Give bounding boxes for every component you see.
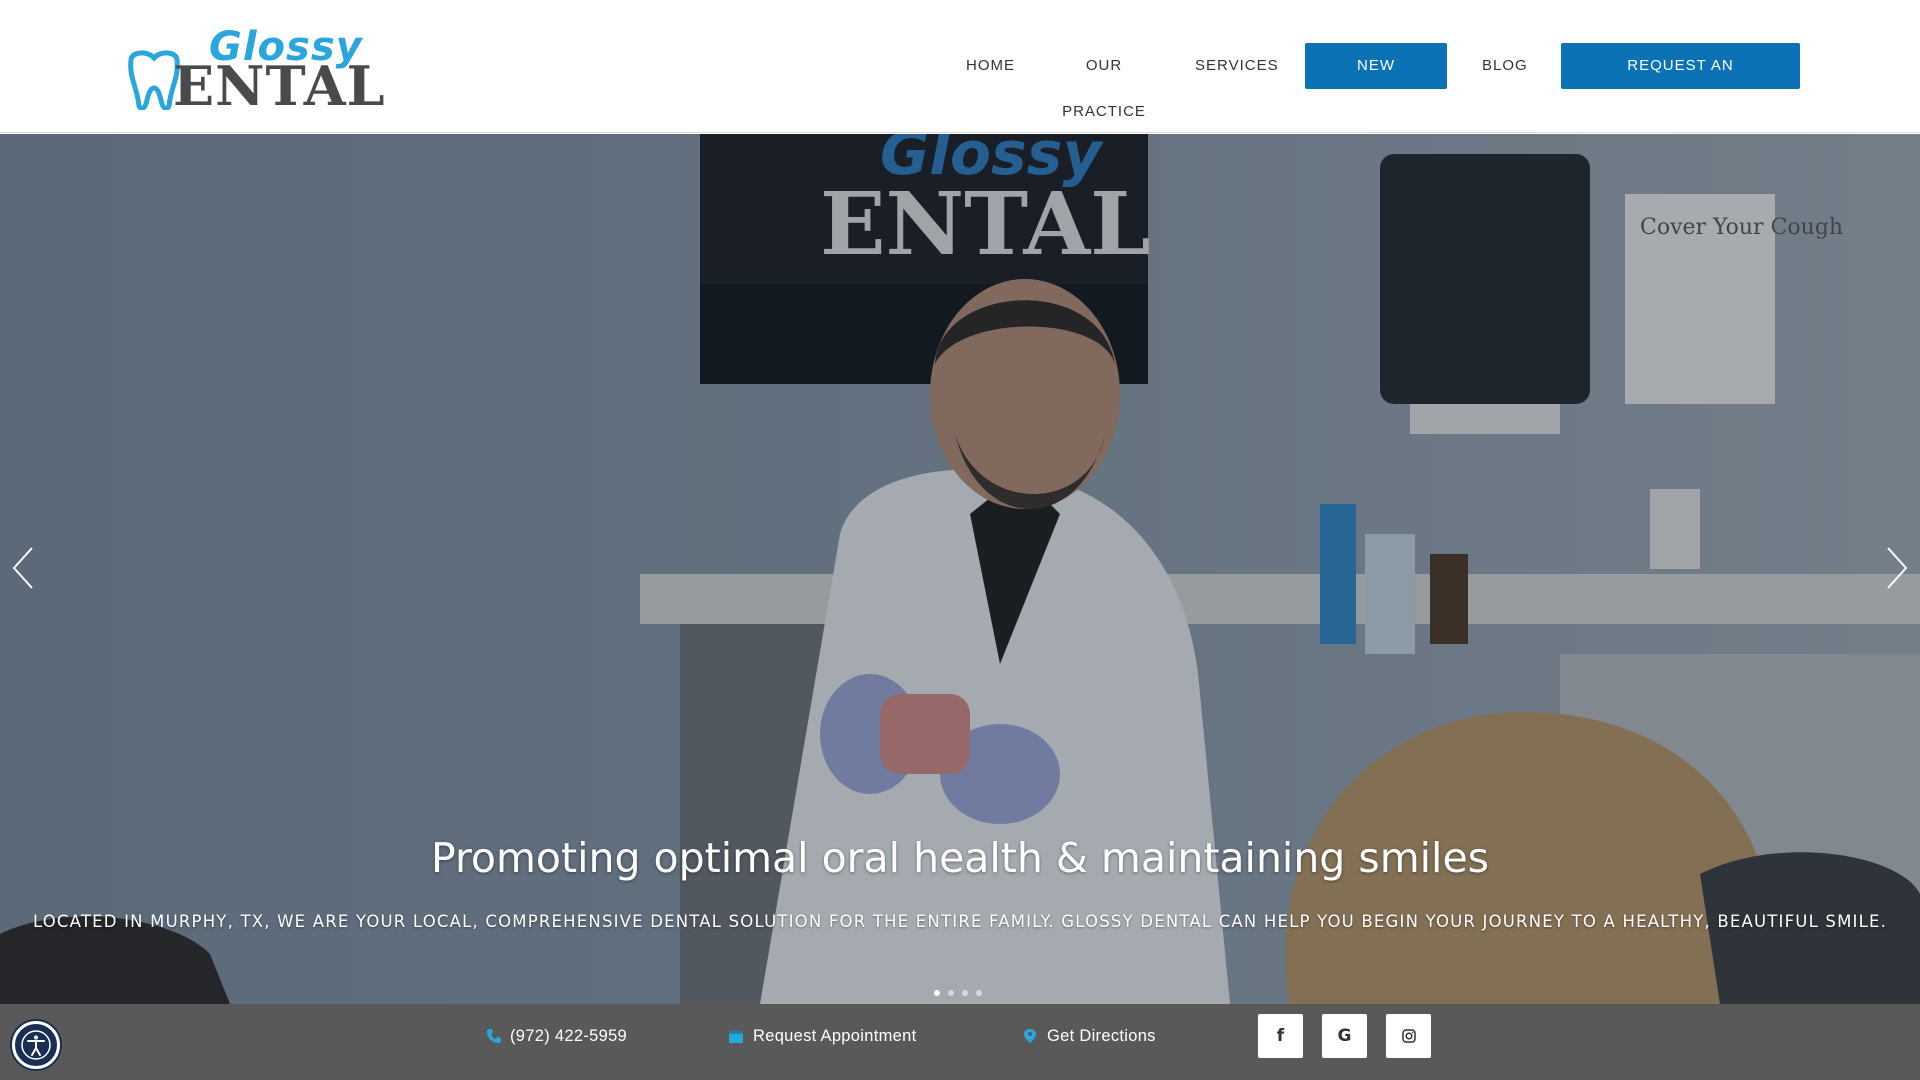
request-appointment-button[interactable]: REQUEST AN APPOINTMENT [1561, 43, 1800, 120]
slide-dot-4[interactable] [976, 990, 982, 996]
hero-title: Promoting optimal oral health & maintain… [430, 834, 1490, 882]
contact-bar: (972) 422-5959 Request Appointment Get D… [0, 1004, 1920, 1080]
instagram-button[interactable] [1386, 1014, 1431, 1058]
phone-number-link[interactable]: (972) 422-5959 [510, 1004, 627, 1068]
nav-our-practice[interactable]: OUR PRACTICE [1048, 43, 1160, 120]
nav-blog[interactable]: BLOG [1482, 43, 1527, 89]
slide-dot-2[interactable] [948, 990, 954, 996]
site-header: Glossy ENTAL HOME OUR PRACTICE SERVICES … [0, 0, 1920, 133]
get-directions-link[interactable]: Get Directions [1047, 1004, 1156, 1068]
nav-home[interactable]: HOME [966, 43, 1014, 89]
hero-slider: Glossy ENTAL Cover Your Cough Promoting … [0, 134, 1920, 1004]
google-icon[interactable]: G [1322, 1014, 1367, 1058]
facebook-icon[interactable]: f [1258, 1014, 1303, 1058]
hero-subtitle: LOCATED IN MURPHY, TX, WE ARE YOUR LOCAL… [32, 912, 1888, 931]
calendar-icon [729, 1031, 743, 1043]
slide-dots [934, 990, 994, 998]
accessibility-button[interactable] [12, 1021, 60, 1069]
nav-new-patients-button[interactable]: NEW PATIENTS [1305, 43, 1447, 120]
previous-slide-arrow-icon[interactable] [8, 546, 38, 590]
nav-services[interactable]: SERVICES [1195, 43, 1278, 89]
accessibility-icon [21, 1030, 51, 1060]
phone-icon [487, 1029, 501, 1043]
request-appointment-link[interactable]: Request Appointment [753, 1004, 916, 1068]
next-slide-arrow-icon[interactable] [1882, 546, 1912, 590]
slide-dot-1[interactable] [934, 990, 940, 996]
location-icon [1024, 1029, 1036, 1043]
instagram-icon [1401, 1029, 1416, 1043]
slide-dot-3[interactable] [962, 990, 968, 996]
main-nav: HOME OUR PRACTICE SERVICES NEW PATIENTS … [0, 43, 1920, 120]
